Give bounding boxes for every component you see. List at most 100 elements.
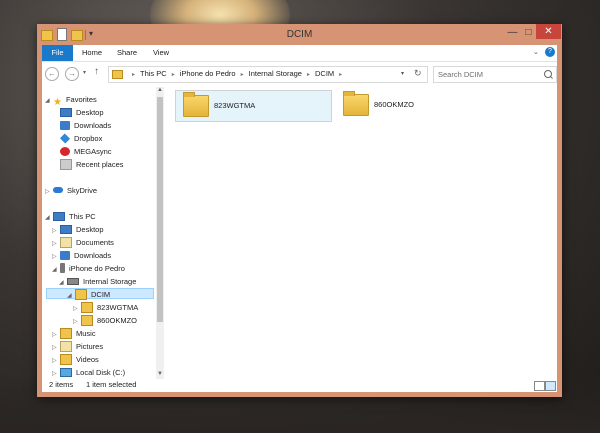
tree-item-label: 823WGTMA [97,303,139,312]
minimize-button[interactable]: — [505,25,520,41]
window-body: File Home Share View ⌄ ? ← → ▾ ↑ ▸ This P… [42,45,557,392]
tree-item-internal-storage[interactable]: ◢ Internal Storage [59,275,136,288]
tab-file[interactable]: File [42,45,73,61]
folder-icon [81,314,93,326]
up-button[interactable]: ↑ [94,66,99,77]
folder-icon [183,92,209,117]
scroll-down-icon[interactable]: ▼ [156,371,164,379]
tree-item-local-disk[interactable]: ▷ Local Disk (C:) [52,366,125,379]
window-title: DCIM [286,29,313,40]
file-list: 823WGTMA 860OKMZO [166,87,557,379]
scroll-thumb[interactable] [157,97,163,322]
downloads-icon [60,120,70,130]
breadcrumb-separator: ▸ [132,72,136,78]
tree-item-label: Documents [76,238,114,247]
breadcrumb-separator: ▸ [171,72,175,78]
breadcrumb-this-pc[interactable]: This PC [140,69,167,78]
tree-item-label: This PC [69,212,96,221]
close-button[interactable]: ✕ [536,24,561,39]
breadcrumb-separator: ▸ [240,72,244,78]
search-placeholder: Search DCIM [438,70,484,79]
refresh-icon[interactable]: ↻ [414,68,422,79]
tree-item-label: Internal Storage [83,277,137,286]
search-input[interactable]: Search DCIM [433,66,557,83]
item-count: 2 items [49,380,74,389]
breadcrumb-dcim[interactable]: DCIM [315,69,334,78]
navigation-bar: ← → ▾ ↑ ▸ This PC ▸ iPhone do Pedro ▸ Interna… [42,62,557,87]
folder-icon [75,288,87,300]
tree-item-label: Favorites [65,95,97,104]
folder-icon [112,70,123,79]
status-bar: 2 items 1 item selected [42,379,557,392]
tree-item-skydrive[interactable]: ▷ SkyDrive [45,184,97,197]
scroll-up-icon[interactable]: ▲ [156,87,164,95]
tree-item-pc-desktop[interactable]: ▷ Desktop [52,223,104,236]
breadcrumb-separator: ▸ [306,72,310,78]
tab-home[interactable]: Home [77,45,107,61]
pictures-icon [60,340,72,352]
tree-item-downloads[interactable]: Downloads [60,119,111,132]
tree-item-label: SkyDrive [67,186,98,195]
folder-item-823wgtma[interactable]: 823WGTMA [175,90,332,122]
tree-item-label: DCIM [91,290,111,299]
documents-icon [60,236,72,248]
tree-item-label: iPhone do Pedro [69,264,125,273]
large-icons-view-icon[interactable] [545,381,556,391]
tree-item-dropbox[interactable]: Dropbox [59,132,102,145]
nav-scrollbar[interactable]: ▲ ▼ [156,87,164,379]
tab-view[interactable]: View [146,45,176,61]
tree-item-label: Downloads [74,251,112,260]
downloads-icon [60,250,70,260]
ribbon-tabs: File Home Share View ⌄ ? [42,45,557,62]
folder-icon [343,91,369,116]
address-history-icon[interactable]: ▾ [401,70,404,77]
tree-item-label: Desktop [76,225,104,234]
tree-item-label: MEGAsync [74,147,112,156]
tree-item-iphone[interactable]: ◢ iPhone do Pedro [52,262,125,275]
tree-item-pc-downloads[interactable]: ▷ Downloads [52,249,111,262]
tree-item-this-pc[interactable]: ◢ This PC [45,210,96,223]
tree-item-dcim[interactable]: ◢ DCIM [46,288,154,300]
folder-icon [81,301,93,313]
forward-button[interactable]: → [65,67,79,81]
tree-item-label: Downloads [74,121,112,130]
folder-name: 823WGTMA [214,101,256,110]
search-icon[interactable] [544,70,552,78]
tree-item-823wgtma[interactable]: ▷ 823WGTMA [73,301,138,314]
tree-item-label: 860OKMZO [97,316,138,325]
breadcrumb-internal-storage[interactable]: Internal Storage [249,69,302,78]
skydrive-icon [53,187,63,194]
tree-item-videos[interactable]: ▷ Videos [52,353,99,366]
selection-count: 1 item selected [86,380,137,389]
this-pc-icon [53,211,65,221]
folder-name: 860OKMZO [374,100,415,109]
breadcrumb-separator: ▸ [339,72,343,78]
tree-item-documents[interactable]: ▷ Documents [52,236,114,249]
tree-item-favorites[interactable]: ◢ ★ Favorites [45,93,97,108]
details-view-icon[interactable] [534,381,545,391]
local-disk-icon [60,367,72,377]
folder-item-860okmzo[interactable]: 860OKMZO [336,90,491,120]
help-icon[interactable]: ? [545,47,555,57]
tree-item-label: Videos [76,355,99,364]
expand-ribbon-icon[interactable]: ⌄ [533,48,542,57]
tree-item-recent-places[interactable]: Recent places [60,158,124,171]
tree-item-pictures[interactable]: ▷ Pictures [52,340,103,353]
address-bar[interactable]: ▸ This PC ▸ iPhone do Pedro ▸ Internal Storag… [108,66,428,83]
tree-item-label: Local Disk (C:) [76,368,126,377]
desktop-icon [60,224,72,234]
maximize-button[interactable]: □ [521,25,536,41]
tree-item-860okmzo[interactable]: ▷ 860OKMZO [73,314,137,327]
recent-locations-icon[interactable]: ▾ [83,69,86,76]
tab-share[interactable]: Share [112,45,142,61]
navigation-pane: ◢ ★ Favorites Desktop Downloads Dropbox ME… [42,87,156,379]
title-bar[interactable]: ▾ DCIM — □ ✕ [37,24,562,45]
breadcrumb-iphone[interactable]: iPhone do Pedro [180,69,236,78]
back-button[interactable]: ← [45,67,59,81]
tree-item-megasync[interactable]: MEGAsync [60,145,112,158]
explorer-window: ▾ DCIM — □ ✕ File Home Share View ⌄ ? ← … [37,24,562,397]
tree-item-label: Music [76,329,96,338]
tree-item-music[interactable]: ▷ Music [52,327,96,340]
tree-item-desktop[interactable]: Desktop [60,106,104,119]
videos-icon [60,353,72,365]
